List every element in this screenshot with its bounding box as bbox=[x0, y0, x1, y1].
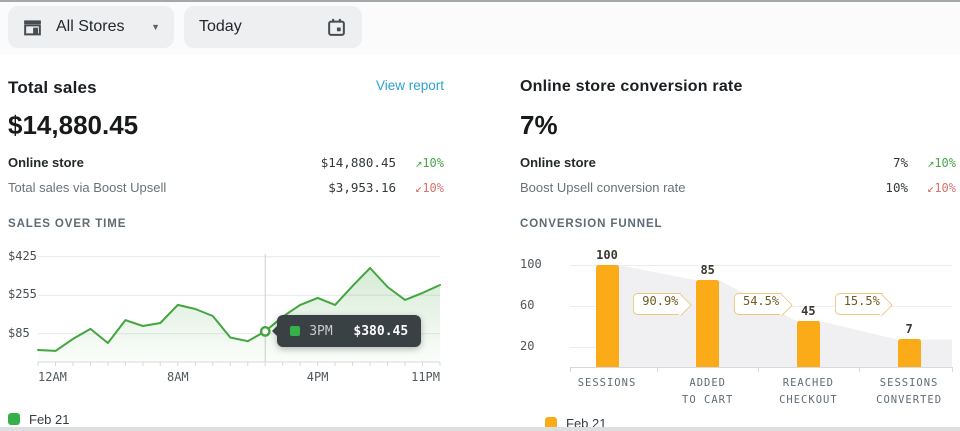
window-bottom-edge bbox=[0, 427, 960, 431]
x-axis-tick bbox=[758, 367, 759, 372]
metric-label: Total sales via Boost Upsell bbox=[8, 180, 328, 195]
chart-tooltip: 3PM $380.45 bbox=[277, 315, 421, 347]
funnel-category-label: SESSIONS CONVERTED bbox=[854, 375, 960, 410]
metric-value: 10% bbox=[885, 180, 908, 195]
metric-label: Online store bbox=[520, 155, 893, 170]
tooltip-value: $380.45 bbox=[353, 324, 408, 339]
metric-value: $3,953.16 bbox=[328, 180, 396, 195]
metric-row: Online store $14,880.45 ↗10% bbox=[8, 150, 444, 175]
x-axis-label: 4PM bbox=[307, 370, 329, 384]
calendar-icon bbox=[326, 17, 347, 38]
total-sales-amount: $14,880.45 bbox=[8, 110, 444, 140]
x-axis-tick bbox=[570, 367, 571, 372]
funnel-bar[interactable] bbox=[696, 280, 719, 367]
metric-row: Boost Upsell conversion rate 10% ↙10% bbox=[520, 175, 956, 200]
chevron-down-icon: ▼ bbox=[151, 22, 160, 32]
sales-line-chart-canvas bbox=[8, 248, 444, 368]
metric-value: $14,880.45 bbox=[321, 155, 396, 170]
bar-value-label: 7 bbox=[905, 322, 912, 336]
x-axis-label: 12AM bbox=[38, 370, 67, 384]
trend-indicator: ↗10% bbox=[396, 156, 444, 170]
funnel-bar[interactable] bbox=[596, 265, 619, 367]
funnel-bar[interactable] bbox=[797, 321, 820, 367]
view-report-link[interactable]: View report bbox=[376, 78, 444, 93]
x-axis-label: 8AM bbox=[167, 370, 189, 384]
conversion-rate-title: Online store conversion rate bbox=[520, 78, 743, 96]
y-axis-label: $425 bbox=[8, 249, 37, 263]
trend-percent: 10% bbox=[934, 181, 956, 195]
filter-toolbar: All Stores ▼ Today bbox=[0, 2, 960, 54]
sales-metric-rows: Online store $14,880.45 ↗10% Total sales… bbox=[8, 150, 444, 200]
conversion-rate-badge: 90.9% bbox=[633, 293, 681, 315]
metric-label: Online store bbox=[8, 155, 321, 170]
sales-line-chart[interactable]: 3PM $380.45 $425 $255 $85 12AM 8AM 4PM 11PM bbox=[8, 248, 444, 388]
bar-value-label: 45 bbox=[801, 304, 815, 318]
total-sales-title: Total sales bbox=[8, 78, 97, 98]
sales-over-time-heading: SALES OVER TIME bbox=[8, 218, 444, 232]
legend-label: Feb 21 bbox=[29, 412, 69, 427]
sales-legend: Feb 21 bbox=[8, 412, 444, 426]
x-axis bbox=[570, 367, 952, 368]
metric-label: Boost Upsell conversion rate bbox=[520, 180, 885, 195]
metric-row: Total sales via Boost Upsell $3,953.16 ↙… bbox=[8, 175, 444, 200]
store-selector-label: All Stores bbox=[56, 18, 124, 36]
conversion-funnel-chart[interactable]: 1006020100SESSIONS85ADDED TO CART45REACH… bbox=[520, 244, 956, 408]
x-axis-label: 11PM bbox=[411, 370, 440, 384]
hover-point[interactable] bbox=[261, 327, 269, 335]
trend-indicator: ↙10% bbox=[908, 181, 956, 195]
bar-value-label: 100 bbox=[596, 248, 618, 262]
tooltip-series-swatch bbox=[290, 326, 300, 336]
date-range-button[interactable]: Today bbox=[184, 6, 362, 48]
y-axis-label: $255 bbox=[8, 287, 37, 301]
x-axis-tick bbox=[657, 367, 658, 372]
metric-value: 7% bbox=[893, 155, 908, 170]
bar-value-label: 85 bbox=[700, 263, 714, 277]
metric-row: Online store 7% ↗10% bbox=[520, 150, 956, 175]
funnel-category-label: ADDED TO CART bbox=[653, 375, 763, 410]
store-selector-button[interactable]: All Stores ▼ bbox=[8, 6, 174, 48]
trend-percent: 10% bbox=[422, 181, 444, 195]
trend-indicator: ↗10% bbox=[908, 156, 956, 170]
storefront-icon bbox=[22, 17, 43, 38]
legend-swatch-green bbox=[8, 413, 20, 425]
conversion-rate-badge: 54.5% bbox=[734, 293, 782, 315]
conversion-rate-card: Online store conversion rate 7% Online s… bbox=[520, 54, 956, 430]
conversion-metric-rows: Online store 7% ↗10% Boost Upsell conver… bbox=[520, 150, 956, 200]
conversion-rate-amount: 7% bbox=[520, 110, 956, 140]
x-axis-tick bbox=[859, 367, 860, 372]
trend-percent: 10% bbox=[934, 156, 956, 170]
funnel-bar[interactable] bbox=[898, 339, 921, 367]
trend-percent: 10% bbox=[422, 156, 444, 170]
conversion-funnel-heading: CONVERSION FUNNEL bbox=[520, 218, 956, 232]
funnel-category-label: SESSIONS bbox=[552, 375, 662, 392]
date-range-label: Today bbox=[199, 18, 242, 36]
tooltip-time: 3PM bbox=[309, 324, 332, 339]
total-sales-card: Total sales View report $14,880.45 Onlin… bbox=[8, 54, 444, 426]
funnel-category-label: REACHED CHECKOUT bbox=[753, 375, 863, 410]
y-axis-label: $85 bbox=[8, 326, 30, 340]
trend-indicator: ↙10% bbox=[396, 181, 444, 195]
conversion-rate-badge: 15.5% bbox=[835, 293, 883, 315]
x-axis-tick bbox=[952, 367, 953, 372]
